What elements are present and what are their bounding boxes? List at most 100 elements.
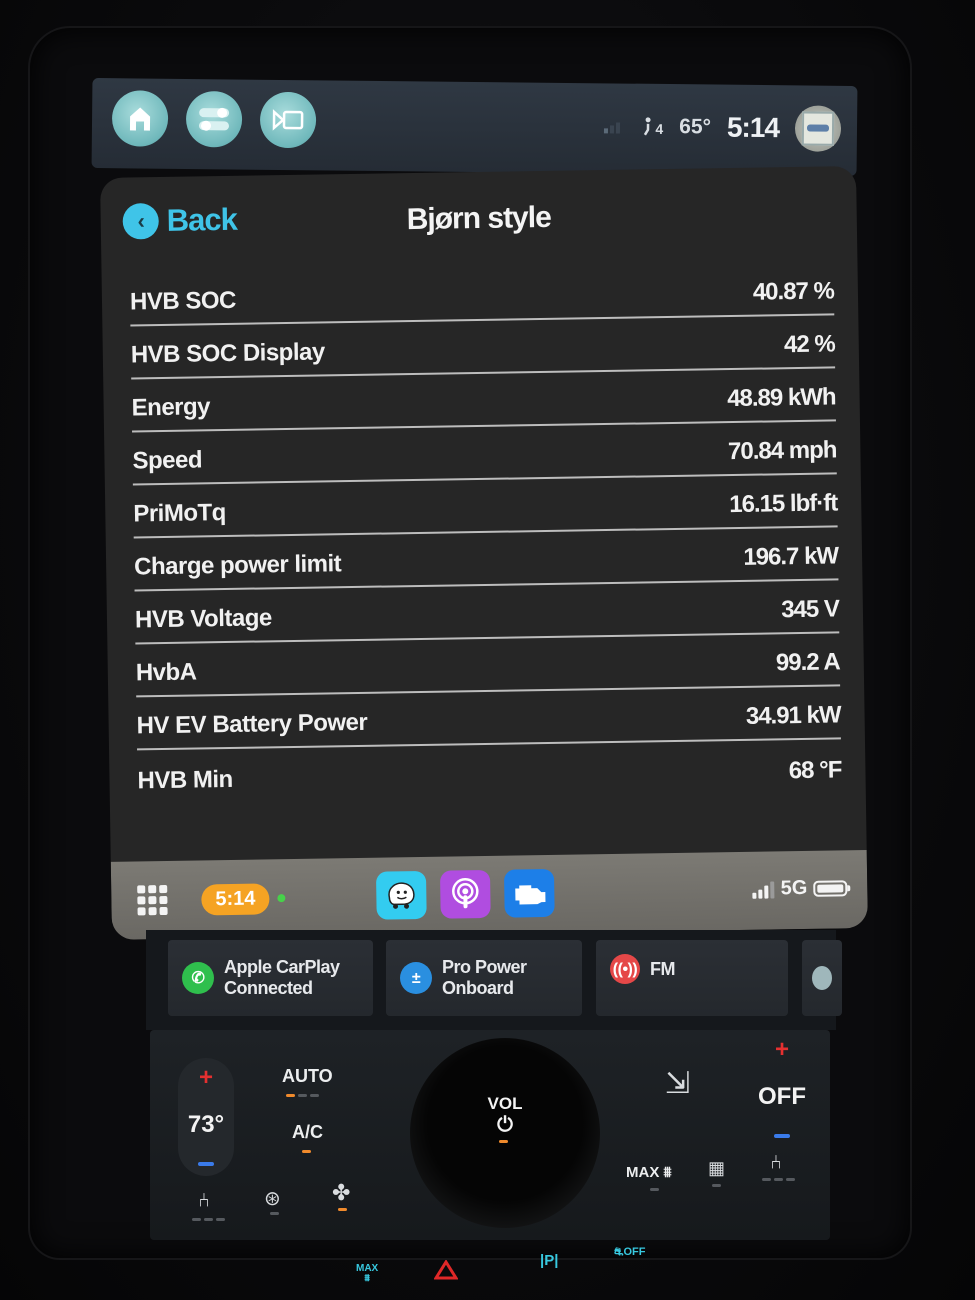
auto-button[interactable]: AUTO	[282, 1066, 333, 1087]
traction-off-label: OFF	[623, 1246, 646, 1258]
item-label: HVB SOC Display	[130, 338, 325, 369]
item-value: 40.87 %	[752, 277, 835, 306]
home-icon	[129, 107, 151, 131]
passenger-temp-down-icon[interactable]	[774, 1134, 790, 1138]
carplay-screen: ‹ Back Bjørn style HVB SOC 40.87 % HVB SO…	[100, 166, 868, 940]
tile-line2: Connected	[224, 978, 313, 998]
driver-temp-control[interactable]: + 73°	[178, 1058, 234, 1176]
top-status-bar: 4 65° 5:14	[91, 77, 858, 177]
steering-indicator	[270, 1212, 279, 1215]
power-icon: ⏻	[497, 1114, 513, 1136]
tile-line2: Onboard	[442, 978, 514, 998]
driver-temp: 73°	[187, 1111, 225, 1138]
radio-icon: ((•))	[610, 954, 640, 984]
item-label: Speed	[132, 446, 203, 475]
item-value: 196.7 kW	[743, 542, 839, 571]
podcasts-icon	[452, 878, 479, 909]
item-value: 48.89 kWh	[726, 383, 836, 413]
tile-apple-carplay[interactable]: ✆ Apple CarPlay Connected	[168, 940, 373, 1016]
tile-more[interactable]	[802, 940, 842, 1016]
hazard-icon[interactable]	[434, 1260, 458, 1280]
cellular-signal-icon	[752, 880, 775, 899]
passenger-temp-control[interactable]: + OFF	[754, 1030, 810, 1148]
engine-icon	[515, 885, 546, 905]
clock: 5:14	[726, 111, 780, 144]
item-label: Energy	[131, 393, 211, 422]
driver-seat-heat-icon[interactable]: ⑃	[198, 1190, 210, 1213]
passenger-seat-indicator	[762, 1178, 795, 1181]
passenger-seat-heat-icon[interactable]: ⑃	[770, 1152, 782, 1175]
park-button[interactable]: |P|	[540, 1252, 558, 1269]
front-max-defrost-button[interactable]: MAX ⩩	[356, 1264, 378, 1284]
ac-button[interactable]: A/C	[292, 1122, 323, 1143]
item-label: HV EV Battery Power	[136, 708, 368, 740]
item-value: 42 %	[783, 330, 835, 359]
settings-toggle-button[interactable]	[185, 90, 243, 148]
passenger-indicator: 4	[642, 117, 663, 137]
hard-button-row: MAX ⩩ |P| ⛐OFF	[0, 1240, 975, 1290]
heated-steering-icon[interactable]: ⊛	[264, 1186, 281, 1211]
max-defrost-button[interactable]: MAX ⩩	[626, 1164, 672, 1181]
outside-temperature: 65°	[679, 115, 712, 139]
item-value: 99.2 A	[775, 648, 840, 677]
traction-icon: ⛐	[614, 1246, 624, 1258]
defrost-icon: ⩩	[364, 1273, 370, 1284]
toggles-icon	[198, 107, 230, 131]
temp-down-icon[interactable]	[198, 1162, 214, 1166]
fan-icon[interactable]: ✤	[332, 1180, 350, 1206]
signal-icon	[604, 119, 626, 134]
rear-defrost-icon[interactable]: ▦	[708, 1158, 725, 1179]
passenger-icon	[644, 117, 651, 136]
passenger-temp: OFF	[758, 1083, 806, 1110]
vol-label: VOL	[487, 1094, 523, 1113]
traction-control-off-button[interactable]: ⛐OFF	[614, 1246, 646, 1260]
item-value: 16.15 lbf·ft	[729, 489, 838, 519]
vol-indicator	[499, 1140, 508, 1143]
item-label: HVB Min	[137, 765, 233, 795]
tile-fm-radio[interactable]: ((•)) FM	[596, 940, 788, 1016]
app-waze[interactable]	[375, 870, 427, 920]
defrost-icon: ⩩	[663, 1164, 672, 1181]
camera-icon	[272, 109, 304, 131]
airflow-seat-icon[interactable]: ⇲	[665, 1066, 690, 1101]
list-item: HVB Min 68 °F	[137, 739, 842, 803]
item-label: Charge power limit	[133, 550, 342, 581]
profile-picture-icon	[801, 111, 835, 146]
item-label: HvbA	[135, 658, 197, 687]
phone-icon: ✆	[182, 962, 214, 994]
tile-pro-power[interactable]: ± Pro Power Onboard	[386, 940, 582, 1016]
item-label: HVB SOC	[129, 286, 237, 316]
tile-line1: Apple CarPlay	[224, 957, 340, 977]
camera-button[interactable]	[259, 91, 317, 149]
passenger-temp-up-icon[interactable]: +	[775, 1038, 789, 1062]
mic-indicator-dot	[277, 894, 286, 903]
volume-knob[interactable]: VOL ⏻	[410, 1038, 600, 1228]
gauge-list: HVB SOC 40.87 % HVB SOC Display 42 % Energ…	[102, 262, 866, 804]
status-tiles: ✆ Apple CarPlay Connected ± Pro Power Onbo…	[146, 930, 842, 1030]
screen-header: ‹ Back Bjørn style	[100, 166, 857, 274]
battery-icon	[813, 879, 848, 897]
item-value: 345 V	[780, 595, 840, 624]
network-type: 5G	[780, 876, 808, 900]
auto-indicator	[286, 1094, 319, 1097]
app-grid-icon[interactable]	[137, 884, 168, 916]
partial-tile-icon	[812, 966, 832, 990]
home-button[interactable]	[111, 90, 169, 147]
rear-defrost-indicator	[712, 1184, 721, 1187]
ac-indicator	[302, 1150, 311, 1153]
power-outlet-icon: ±	[400, 962, 432, 994]
item-value: 68 °F	[788, 756, 842, 785]
max-label: MAX	[626, 1164, 660, 1181]
profile-button[interactable]	[794, 105, 842, 152]
max-defrost-indicator	[650, 1188, 659, 1191]
app-obd-engine[interactable]	[503, 868, 555, 918]
carplay-dock: 5:14 5G	[110, 849, 868, 940]
waze-icon	[388, 882, 415, 909]
fan-indicator	[338, 1208, 347, 1211]
temp-up-icon[interactable]: +	[199, 1066, 213, 1090]
app-podcasts[interactable]	[439, 869, 491, 919]
dock-time-pill[interactable]: 5:14	[201, 882, 270, 915]
item-value: 34.91 kW	[745, 701, 841, 730]
tile-line1: Pro Power	[442, 957, 527, 977]
item-label: PriMoTq	[133, 499, 227, 528]
